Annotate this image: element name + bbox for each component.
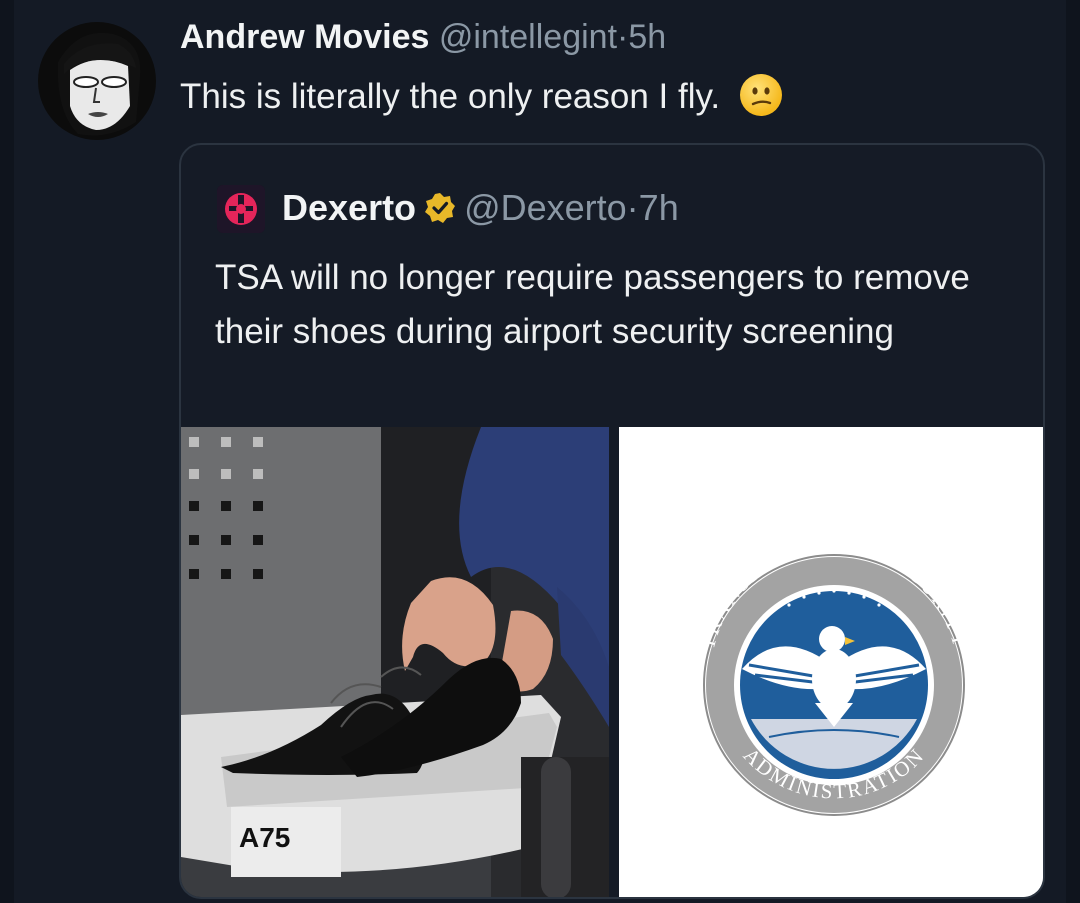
- left-edge: [0, 0, 14, 903]
- tweet-header: Andrew Movies @intellegint·5h: [180, 18, 666, 57]
- tweet-body: This is literally the only reason I fly.: [180, 77, 721, 116]
- quoted-author-handle[interactable]: @Dexerto: [464, 187, 627, 228]
- shoe-in-security-bin-photo[interactable]: A75: [181, 427, 609, 897]
- quoted-tweet-card[interactable]: Dexerto @Dexerto·7h TSA will no longer re…: [179, 143, 1045, 899]
- quoted-tweet-timestamp[interactable]: 7h: [639, 187, 679, 228]
- tsa-seal-illustration: TRANSPORTATION SECURITY ADMINISTRATION: [619, 427, 1043, 897]
- author-handle[interactable]: @intellegint: [439, 18, 617, 56]
- dexerto-avatar[interactable]: [217, 185, 265, 233]
- confused-face-icon: [739, 74, 782, 116]
- quoted-tweet-header: Dexerto @Dexerto·7h: [282, 187, 679, 233]
- author-name[interactable]: Andrew Movies: [180, 18, 429, 56]
- tweet-text: This is literally the only reason I fly.: [180, 74, 782, 117]
- tweet-timestamp[interactable]: 5h: [628, 18, 666, 56]
- bin-label-text: A75: [239, 822, 290, 853]
- confused-face-glyph: [751, 87, 772, 106]
- quoted-tweet-text: TSA will no longer require passengers to…: [215, 258, 970, 351]
- dexerto-logo-icon: [217, 185, 265, 233]
- shoe-bin-illustration: A75: [181, 427, 609, 897]
- quoted-author-name[interactable]: Dexerto: [282, 187, 416, 228]
- tsa-seal-logo[interactable]: TRANSPORTATION SECURITY ADMINISTRATION: [619, 427, 1043, 897]
- verified-badge-glyph: [425, 193, 456, 223]
- avatar-illustration: [57, 32, 141, 136]
- author-avatar[interactable]: [38, 22, 156, 140]
- media-divider: [609, 427, 619, 897]
- right-edge: [1066, 0, 1080, 903]
- gold-verified-badge-icon[interactable]: [424, 191, 456, 233]
- quoted-tweet-media: A75 TRANSPORTATION SECURITY ADMINISTRATI…: [181, 427, 1043, 897]
- separator-dot: ·: [626, 187, 639, 228]
- separator-dot: ·: [617, 18, 629, 56]
